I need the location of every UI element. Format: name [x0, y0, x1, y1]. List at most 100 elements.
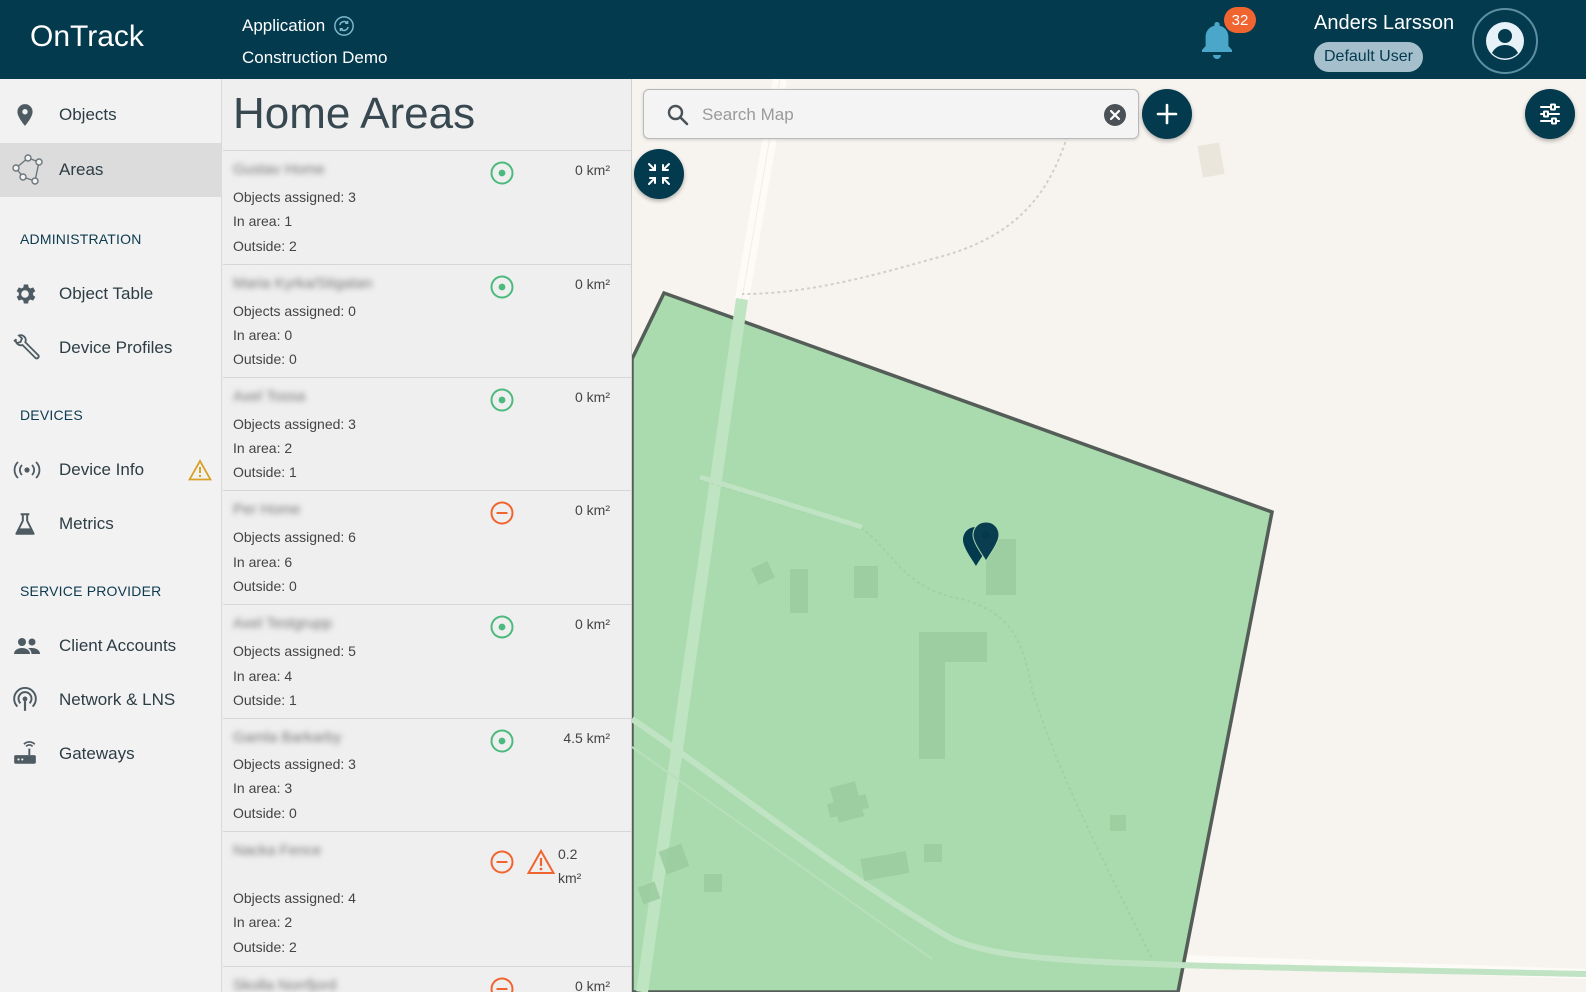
map-settings-button[interactable]	[1525, 89, 1575, 139]
area-list-item[interactable]: Nacka Fence 0.2 km² Objects assigned: 4 …	[223, 831, 631, 966]
sidebar-item-areas[interactable]: Areas	[0, 143, 221, 197]
objects-in-area: In area: 1	[233, 213, 293, 229]
search-input[interactable]	[702, 100, 1082, 130]
area-name: Maria Kyrka/Stigatan	[233, 275, 373, 292]
objects-assigned: Objects assigned: 3	[233, 756, 356, 772]
area-list-item[interactable]: Axel Tossa 0 km² Objects assigned: 3 In …	[223, 377, 631, 490]
application-label: Application	[242, 16, 326, 35]
page-title: Home Areas	[233, 89, 476, 138]
top-bar: OnTrack Application Construction Demo 32…	[0, 0, 1586, 79]
area-size: 0 km²	[575, 978, 610, 992]
gear-icon	[16, 284, 36, 304]
area-active-icon[interactable]	[489, 274, 515, 300]
area-list-item[interactable]: Axel Testgrupp 0 km² Objects assigned: 5…	[223, 604, 631, 718]
brand-logo[interactable]: OnTrack	[30, 20, 144, 54]
area-name: Nacka Fence	[233, 842, 322, 859]
objects-outside: Outside: 1	[233, 464, 297, 480]
collapse-icon	[648, 163, 670, 185]
area-size: 0.2 km²	[558, 842, 594, 890]
area-active-icon[interactable]	[489, 728, 515, 754]
notification-count-badge: 32	[1224, 7, 1256, 33]
flask-icon	[15, 513, 35, 535]
location-pin-icon	[17, 104, 33, 126]
objects-outside: Outside: 2	[233, 939, 297, 955]
map-canvas[interactable]	[632, 79, 1586, 992]
sidebar-item-objects[interactable]: Objects	[0, 88, 221, 142]
objects-outside: Outside: 2	[233, 238, 297, 254]
objects-in-area: In area: 6	[233, 554, 293, 570]
sidebar-item-device-info[interactable]: Device Info	[0, 443, 221, 497]
collapse-map-button[interactable]	[634, 149, 684, 199]
area-list-item[interactable]: Per Home 0 km² Objects assigned: 6 In ar…	[223, 490, 631, 604]
area-size: 0 km²	[575, 616, 610, 632]
area-size: 4.5 km²	[563, 730, 610, 746]
warning-icon	[188, 459, 212, 481]
sidebar-item-object-table[interactable]: Object Table	[0, 267, 221, 321]
section-title-service-provider: SERVICE PROVIDER	[20, 583, 162, 599]
sidebar-item-gateways[interactable]: Gateways	[0, 727, 221, 781]
avatar[interactable]	[1472, 8, 1538, 74]
area-active-icon[interactable]	[489, 160, 515, 186]
area-size-value: 0.2	[558, 846, 578, 862]
sidebar-item-label: Device Info	[59, 460, 145, 479]
objects-in-area: In area: 2	[233, 914, 293, 930]
area-inactive-icon[interactable]	[489, 500, 515, 526]
sidebar-item-client-accounts[interactable]: Client Accounts	[0, 619, 221, 673]
area-list-item[interactable]: Maria Kyrka/Stigatan 0 km² Objects assig…	[223, 264, 631, 377]
area-list-item[interactable]: Gamla Barkarby 4.5 km² Objects assigned:…	[223, 718, 631, 831]
sidebar-item-label: Network & LNS	[59, 690, 176, 709]
application-name: Construction Demo	[242, 48, 388, 67]
objects-outside: Outside: 0	[233, 578, 297, 594]
objects-outside: Outside: 0	[233, 351, 297, 367]
area-inactive-icon[interactable]	[489, 849, 515, 875]
sidebar-item-metrics[interactable]: Metrics	[0, 497, 221, 551]
wrench-icon	[13, 334, 40, 360]
area-name: Axel Tossa	[233, 388, 306, 405]
area-list-item[interactable]: Skolla Norrfjord 0 km²	[223, 966, 631, 992]
area-size: 0 km²	[575, 162, 610, 178]
area-name: Per Home	[233, 501, 301, 518]
sidebar-item-label: Device Profiles	[59, 338, 173, 357]
user-avatar-icon	[1486, 22, 1524, 60]
section-title-administration: ADMINISTRATION	[20, 231, 142, 247]
people-icon	[14, 638, 40, 654]
warning-icon[interactable]	[527, 849, 555, 875]
areas-list-panel: Home Areas Gustav Home 0 km² Objects ass…	[223, 79, 632, 992]
objects-assigned: Objects assigned: 5	[233, 643, 356, 659]
section-title-devices: DEVICES	[20, 407, 83, 423]
area-inactive-icon[interactable]	[489, 976, 515, 992]
plus-icon	[1156, 103, 1178, 125]
add-area-button[interactable]	[1142, 89, 1192, 139]
area-active-icon[interactable]	[489, 614, 515, 640]
sidebar-item-label: Metrics	[59, 514, 114, 533]
map-search-box[interactable]	[643, 89, 1139, 139]
user-role-badge: Default User	[1314, 42, 1423, 72]
clear-search-icon[interactable]	[1103, 103, 1127, 127]
area-list-item[interactable]: Gustav Home 0 km² Objects assigned: 3 In…	[223, 150, 631, 264]
objects-outside: Outside: 1	[233, 692, 297, 708]
sliders-icon	[1540, 103, 1560, 125]
objects-assigned: Objects assigned: 0	[233, 303, 356, 319]
sync-icon[interactable]	[333, 15, 355, 37]
objects-in-area: In area: 3	[233, 780, 293, 796]
sidebar-item-label: Object Table	[59, 284, 154, 303]
application-selector[interactable]: Application Construction Demo	[242, 14, 388, 70]
area-name: Skolla Norrfjord	[233, 977, 337, 992]
sidebar: Objects Areas ADMINISTRATION Object Tabl…	[0, 79, 222, 992]
objects-in-area: In area: 0	[233, 327, 293, 343]
area-size: 0 km²	[575, 502, 610, 518]
polygon-area-icon	[12, 154, 43, 185]
area-name: Gustav Home	[233, 161, 325, 178]
map-view[interactable]	[632, 79, 1586, 992]
objects-assigned: Objects assigned: 4	[233, 890, 356, 906]
area-size: 0 km²	[575, 389, 610, 405]
area-size: 0 km²	[575, 276, 610, 292]
sidebar-item-network-lns[interactable]: Network & LNS	[0, 673, 221, 727]
objects-in-area: In area: 4	[233, 668, 293, 684]
search-icon	[667, 104, 689, 126]
sidebar-item-device-profiles[interactable]: Device Profiles	[0, 321, 221, 375]
area-active-icon[interactable]	[489, 387, 515, 413]
objects-outside: Outside: 0	[233, 805, 297, 821]
broadcast-icon	[13, 461, 41, 479]
objects-in-area: In area: 2	[233, 440, 293, 456]
